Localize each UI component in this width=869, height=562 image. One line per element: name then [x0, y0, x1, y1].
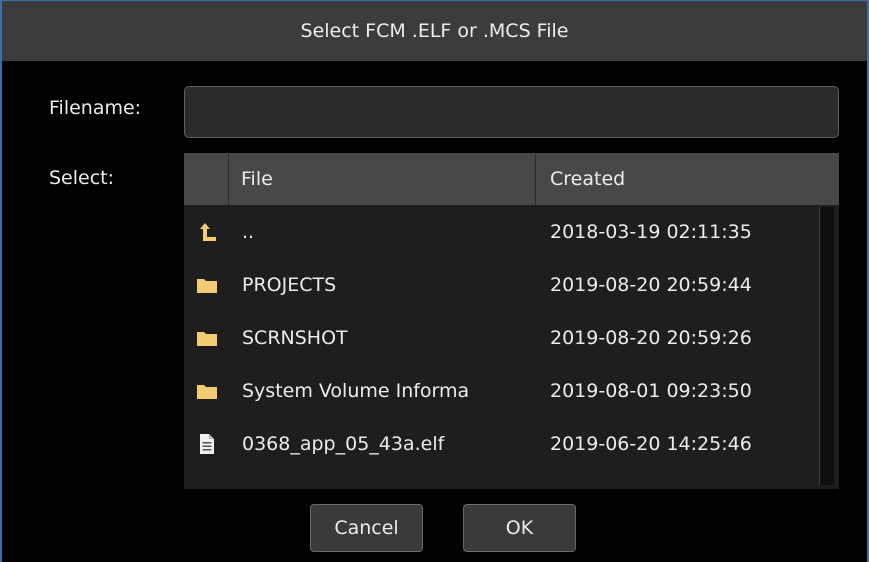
list-item-parent[interactable]: .. 2018-03-19 02:11:35: [184, 205, 817, 258]
file-created: 2019-06-20 14:25:46: [550, 432, 752, 455]
filename-label: Filename:: [49, 97, 142, 119]
list-item-file[interactable]: 0368_app_05_43a.elf 2019-06-20 14:25:46: [184, 417, 817, 470]
folder-icon: [184, 364, 229, 417]
select-label: Select:: [49, 167, 115, 189]
ok-button[interactable]: OK: [463, 504, 576, 552]
parent-directory-icon: [184, 205, 229, 258]
file-name: 0368_app_05_43a.elf: [242, 432, 445, 455]
file-name: PROJECTS: [242, 273, 337, 296]
file-name: System Volume Informa: [242, 379, 470, 402]
list-item-folder[interactable]: System Volume Informa 2019-08-01 09:23:5…: [184, 364, 817, 417]
vertical-scrollbar-track[interactable]: [817, 205, 839, 489]
file-created: 2019-08-01 09:23:50: [550, 379, 752, 402]
file-created: 2019-08-20 20:59:26: [550, 326, 752, 349]
file-name: SCRNSHOT: [242, 326, 348, 349]
list-item-folder[interactable]: SCRNSHOT 2019-08-20 20:59:26: [184, 311, 817, 364]
vertical-scrollbar[interactable]: [819, 207, 834, 485]
dialog-title: Select FCM .ELF or .MCS File: [2, 1, 867, 63]
filename-input[interactable]: [184, 86, 839, 138]
file-list[interactable]: File Created .. 2018-03-19 02:11:35 PROJ…: [184, 153, 839, 489]
folder-icon: [184, 311, 229, 364]
icon-column-header[interactable]: [184, 153, 229, 205]
cancel-button[interactable]: Cancel: [310, 504, 423, 552]
file-list-header: File Created: [184, 153, 839, 205]
file-column-header[interactable]: File: [229, 153, 536, 205]
file-icon: [184, 417, 229, 470]
file-select-dialog: Select FCM .ELF or .MCS File Filename: S…: [0, 0, 869, 562]
created-column-header[interactable]: Created: [536, 153, 839, 205]
file-list-rows: .. 2018-03-19 02:11:35 PROJECTS 2019-08-…: [184, 205, 817, 470]
folder-icon: [184, 258, 229, 311]
list-item-folder[interactable]: PROJECTS 2019-08-20 20:59:44: [184, 258, 817, 311]
file-created: 2018-03-19 02:11:35: [550, 220, 752, 243]
file-created: 2019-08-20 20:59:44: [550, 273, 752, 296]
file-name: ..: [242, 220, 255, 243]
